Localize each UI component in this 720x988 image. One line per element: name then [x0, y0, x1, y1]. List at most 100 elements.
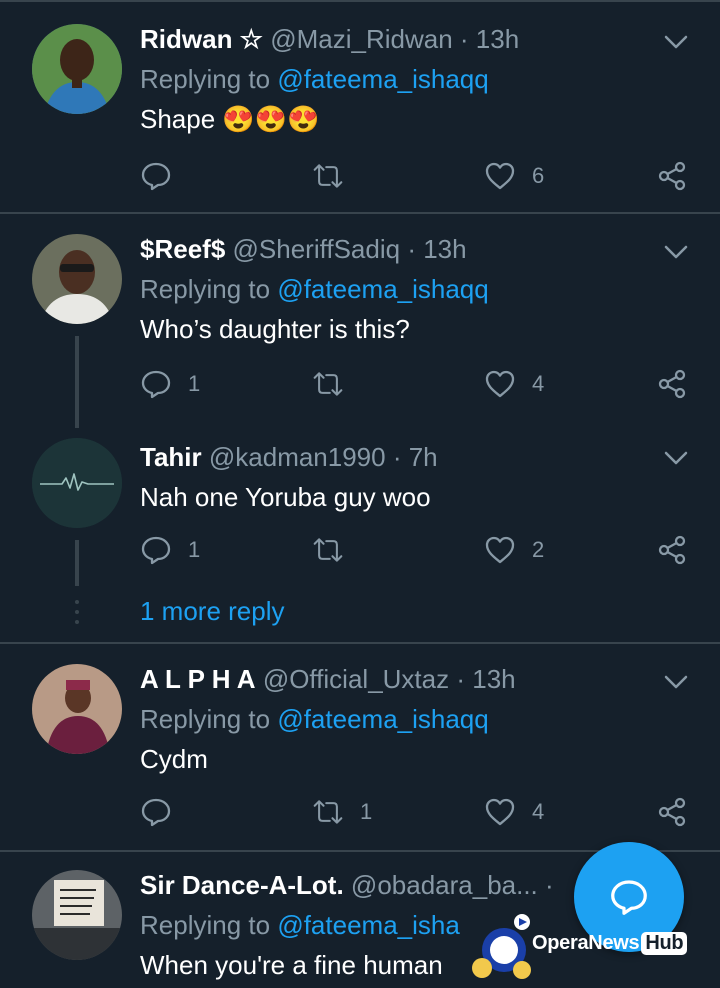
author-handle[interactable]: @Mazi_Ridwan: [270, 24, 452, 54]
reply-count: 1: [188, 371, 201, 396]
heart-icon: [485, 162, 515, 190]
author-handle[interactable]: @SheriffSadiq: [233, 234, 401, 264]
replying-to-link[interactable]: @fateema_ishaqq: [277, 704, 488, 734]
author-name[interactable]: Ridwan ☆: [140, 24, 263, 54]
retweet-button[interactable]: [312, 530, 360, 570]
avatar-photo: [32, 234, 122, 324]
tweet-header: Sir Dance-A-Lot. @obadara_ba... ·: [140, 868, 570, 902]
share-button[interactable]: [656, 156, 688, 196]
tweet-header: Ridwan ☆ @Mazi_Ridwan · 13h: [140, 22, 700, 56]
compose-reply-icon: [611, 880, 647, 915]
avatar-photo: [32, 664, 122, 754]
avatar-photo: [32, 870, 122, 960]
replying-to-link[interactable]: @fateema_isha: [277, 910, 460, 940]
author-name[interactable]: A L P H A: [140, 664, 256, 694]
author-name[interactable]: $Reef$: [140, 234, 225, 264]
replying-to: Replying to @fateema_ishaqq: [140, 62, 700, 96]
retweet-button[interactable]: 1: [312, 792, 372, 832]
share-icon: [658, 369, 686, 399]
tweet-text: Shape 😍😍😍: [140, 104, 320, 134]
tweet-time: · 13h: [407, 234, 467, 264]
reply-button[interactable]: [140, 156, 188, 196]
share-icon: [658, 161, 686, 191]
tweet-text: Who’s daughter is this?: [140, 314, 410, 344]
like-count: 2: [532, 537, 545, 562]
chevron-down-icon[interactable]: [662, 668, 690, 696]
replying-to-prefix: Replying to: [140, 64, 278, 94]
retweet-icon: [313, 800, 343, 824]
tweet[interactable]: Tahir @kadman1990 · 7h Nah one Yoruba gu…: [0, 428, 720, 642]
watermark-text: OperaNews Hub: [532, 932, 688, 955]
like-button[interactable]: 4: [484, 364, 544, 404]
reply-icon: [141, 798, 171, 827]
replying-to-link[interactable]: @fateema_ishaqq: [277, 274, 488, 304]
author-name[interactable]: Sir Dance-A-Lot.: [140, 870, 344, 900]
tweet[interactable]: $Reef$ @SheriffSadiq · 13h Replying to @…: [0, 214, 720, 428]
opera-news-logo-icon: [472, 914, 531, 979]
thread-dots: [75, 600, 79, 630]
chevron-down-icon[interactable]: [662, 444, 690, 472]
replying-to-link[interactable]: @fateema_ishaqq: [277, 64, 488, 94]
author-handle[interactable]: @Official_Uxtaz: [263, 664, 449, 694]
like-count: 6: [532, 163, 545, 188]
like-count: 4: [532, 371, 545, 396]
heartbeat-logo-icon: [32, 438, 122, 528]
retweet-button[interactable]: [312, 156, 360, 196]
retweet-button[interactable]: [312, 364, 360, 404]
tweet-header: Tahir @kadman1990 · 7h: [140, 440, 700, 474]
chevron-down-icon[interactable]: [662, 238, 690, 266]
tweet-time: ·: [545, 870, 554, 900]
reply-button[interactable]: [140, 792, 188, 832]
replying-to: Replying to @fateema_ishaqq: [140, 702, 700, 736]
like-button[interactable]: 6: [484, 156, 544, 196]
heart-icon: [485, 370, 515, 398]
heart-icon: [485, 798, 515, 826]
reply-button[interactable]: 1: [140, 530, 200, 570]
like-button[interactable]: 4: [484, 792, 544, 832]
replying-to-prefix: Replying to: [140, 704, 278, 734]
tweet-actions: 1 4: [140, 792, 700, 832]
tweet-actions: 1 2: [140, 530, 700, 570]
tweet-time: · 13h: [459, 24, 520, 54]
avatar[interactable]: [32, 234, 122, 324]
tweet-text: Nah one Yoruba guy woo: [140, 482, 431, 512]
retweet-count: 1: [360, 799, 373, 824]
timeline: Ridwan ☆ @Mazi_Ridwan · 13h Replying to …: [0, 0, 720, 988]
chevron-down-icon[interactable]: [662, 28, 690, 56]
reply-count: 1: [188, 537, 201, 562]
avatar[interactable]: [32, 438, 122, 528]
retweet-icon: [313, 372, 343, 396]
reply-icon: [141, 536, 171, 565]
more-replies-link[interactable]: 1 more reply: [140, 596, 285, 627]
watermark-brand: OperaNews: [532, 932, 640, 954]
thread-line: [75, 336, 79, 428]
tweet-time: · 13h: [456, 664, 516, 694]
share-icon: [658, 535, 686, 565]
retweet-icon: [313, 538, 343, 562]
author-name[interactable]: Tahir: [140, 442, 202, 472]
avatar[interactable]: [32, 24, 122, 114]
share-button[interactable]: [656, 364, 688, 404]
tweet-time: · 7h: [392, 442, 438, 472]
reply-icon: [141, 370, 171, 399]
like-button[interactable]: 2: [484, 530, 544, 570]
tweet[interactable]: A L P H A @Official_Uxtaz · 13h Replying…: [0, 644, 720, 850]
reply-icon: [141, 162, 171, 191]
watermark: OperaNews Hub: [470, 912, 710, 984]
heart-icon: [485, 536, 515, 564]
reply-button[interactable]: 1: [140, 364, 200, 404]
tweet-text: Cydm: [140, 744, 208, 774]
thread-line: [75, 540, 79, 586]
replying-to: Replying to @fateema_ishaqq: [140, 272, 700, 306]
share-button[interactable]: [656, 792, 688, 832]
tweet-actions: 1 4: [140, 364, 700, 404]
replying-to-prefix: Replying to: [140, 910, 278, 940]
avatar[interactable]: [32, 870, 122, 960]
tweet-header: A L P H A @Official_Uxtaz · 13h: [140, 662, 700, 696]
share-button[interactable]: [656, 530, 688, 570]
avatar[interactable]: [32, 664, 122, 754]
author-handle[interactable]: @kadman1990: [209, 442, 386, 472]
author-handle[interactable]: @obadara_ba...: [351, 870, 538, 900]
like-count: 4: [532, 799, 545, 824]
tweet[interactable]: Ridwan ☆ @Mazi_Ridwan · 13h Replying to …: [0, 0, 720, 212]
